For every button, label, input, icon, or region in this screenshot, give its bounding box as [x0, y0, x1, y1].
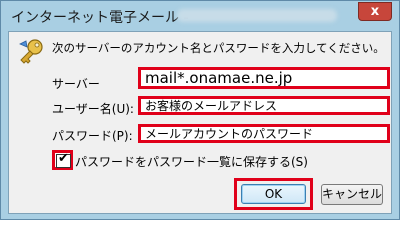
redacted-account-name: [177, 9, 337, 22]
password-label: パスワード(P):: [52, 129, 133, 143]
ok-button-highlight: OK: [234, 178, 313, 210]
login-dialog: インターネット電子メール - x 次のサーバーのアカウント名とパスワードを入力し…: [0, 0, 400, 220]
password-field[interactable]: メールアカウントのパスワード: [138, 124, 390, 143]
close-button[interactable]: x: [358, 2, 392, 21]
server-field[interactable]: mail*.onamae.ne.jp: [138, 67, 390, 89]
username-label: ユーザー名(U):: [52, 102, 134, 116]
check-mark-icon: ✔: [58, 151, 69, 166]
cancel-button[interactable]: キャンセル: [321, 184, 383, 205]
server-label: サーバー: [52, 77, 100, 91]
save-password-label[interactable]: パスワードをパスワード一覧に保存する(S): [75, 153, 308, 170]
ok-button[interactable]: OK: [241, 184, 306, 204]
save-password-checkbox[interactable]: ✔: [56, 151, 71, 168]
dialog-body: 次のサーバーのアカウント名とパスワードを入力してください。 サーバー mail*…: [8, 31, 392, 214]
title-bar[interactable]: インターネット電子メール - x: [1, 1, 399, 31]
key-icon: [19, 39, 43, 64]
window-title: インターネット電子メール -: [11, 10, 189, 26]
save-password-checkbox-frame[interactable]: ✔: [52, 150, 73, 170]
instruction-text: 次のサーバーのアカウント名とパスワードを入力してください。: [52, 41, 385, 55]
username-field[interactable]: お客様のメールアドレス: [138, 96, 390, 115]
